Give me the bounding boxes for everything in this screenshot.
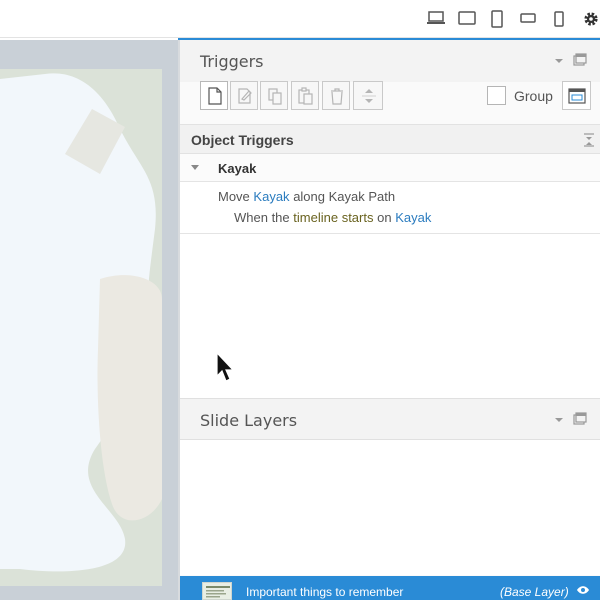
trigger-on-text: on xyxy=(377,210,392,225)
trigger-condition-line: When the timeline starts on Kayak xyxy=(234,210,431,225)
trigger-list: Kayak Move Kayak along Kayak Path When t… xyxy=(180,154,600,398)
edit-trigger-button[interactable] xyxy=(230,81,258,110)
phone-landscape-icon[interactable] xyxy=(519,10,537,26)
edit-trigger-icon xyxy=(238,88,252,104)
delete-trigger-button[interactable] xyxy=(322,81,350,110)
right-panel: Triggers Group Object Triggers Kayak Mov… xyxy=(180,40,600,600)
device-toolbar xyxy=(0,0,600,38)
trigger-window-button[interactable] xyxy=(562,81,591,110)
trigger-item[interactable]: Move Kayak along Kayak Path When the tim… xyxy=(180,182,600,234)
new-trigger-icon xyxy=(208,87,222,105)
layer-title: Important things to remember xyxy=(246,585,404,599)
object-triggers-title: Object Triggers xyxy=(191,132,294,148)
trigger-when-text: When the xyxy=(234,210,290,225)
new-trigger-button[interactable] xyxy=(200,81,228,110)
trigger-source-link[interactable]: Kayak xyxy=(395,210,431,225)
slide-layers-list xyxy=(180,440,600,575)
collapse-arrow-icon[interactable] xyxy=(554,57,564,65)
window-variable-icon xyxy=(568,88,586,104)
slide-layers-title: Slide Layers xyxy=(200,411,298,430)
move-trigger-button[interactable] xyxy=(353,81,383,110)
triggers-title: Triggers xyxy=(200,52,264,71)
tablet-landscape-icon[interactable] xyxy=(457,10,477,26)
trigger-path-name: Kayak Path xyxy=(328,189,396,204)
trigger-target-link[interactable]: Kayak xyxy=(253,189,289,204)
trigger-group-row[interactable]: Kayak xyxy=(180,154,600,182)
float-panel-icon[interactable] xyxy=(573,53,587,67)
collapse-all-icon[interactable] xyxy=(583,133,595,147)
move-up-down-icon xyxy=(362,89,376,103)
object-triggers-header: Object Triggers xyxy=(180,124,600,154)
trigger-action: Move xyxy=(218,189,250,204)
slide-artwork xyxy=(0,69,162,586)
layer-thumbnail xyxy=(202,582,232,600)
copy-trigger-button[interactable] xyxy=(260,81,288,110)
float-panel-icon[interactable] xyxy=(573,412,587,426)
base-layer-label: (Base Layer) xyxy=(500,585,569,599)
paste-trigger-button[interactable] xyxy=(291,81,319,110)
trigger-mid-text: along xyxy=(293,189,325,204)
laptop-icon[interactable] xyxy=(426,10,446,26)
trigger-group-name: Kayak xyxy=(218,161,257,176)
paste-icon xyxy=(298,87,313,105)
eye-icon[interactable] xyxy=(576,585,590,595)
triggers-header: Triggers xyxy=(180,40,600,82)
slide-canvas[interactable] xyxy=(0,40,178,600)
mouse-cursor-icon xyxy=(216,352,235,382)
delete-icon xyxy=(331,88,343,105)
copy-icon xyxy=(268,88,282,105)
expand-triangle-icon[interactable] xyxy=(191,165,199,170)
phone-portrait-icon[interactable] xyxy=(552,10,566,28)
collapse-arrow-icon[interactable] xyxy=(554,416,564,424)
tablet-portrait-icon[interactable] xyxy=(489,10,505,28)
base-layer-row[interactable]: Important things to remember (Base Layer… xyxy=(180,576,600,600)
group-checkbox[interactable] xyxy=(487,86,506,105)
slide-layers-header: Slide Layers xyxy=(180,398,600,440)
trigger-action-line: Move Kayak along Kayak Path xyxy=(218,189,395,204)
gear-icon[interactable] xyxy=(582,10,600,28)
group-label: Group xyxy=(514,88,553,104)
trigger-event-link[interactable]: timeline starts xyxy=(293,210,373,225)
